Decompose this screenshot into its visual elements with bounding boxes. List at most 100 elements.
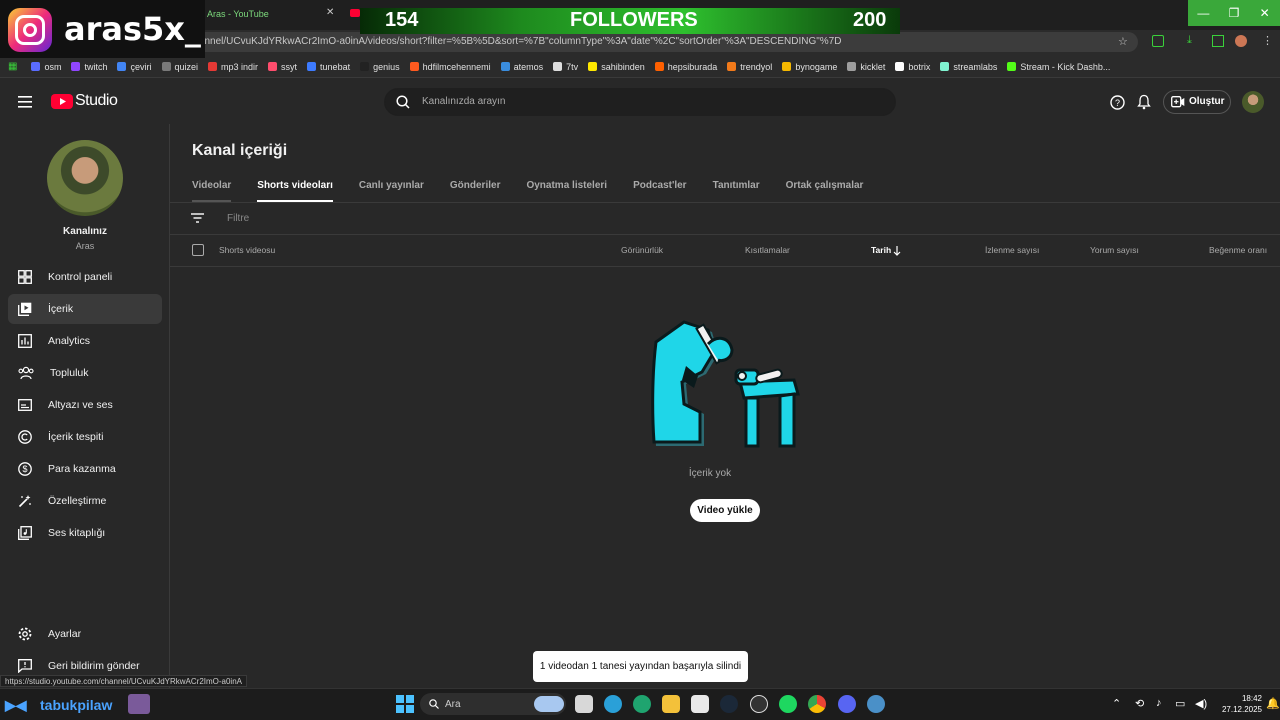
sidebar-item-monetization[interactable]: $ Para kazanma bbox=[8, 454, 162, 484]
bookmark-item[interactable]: 7tv bbox=[553, 62, 578, 72]
studio-logo-text[interactable]: Studio bbox=[75, 92, 118, 110]
tab-close-icon[interactable]: ✕ bbox=[326, 7, 334, 18]
bookmarks-bar: ▦ osm twitch çeviri quizei mp3 indir ssyt tune… bbox=[0, 56, 1280, 78]
bookmark-item[interactable]: trendyol bbox=[727, 62, 772, 72]
bookmark-item[interactable]: osm bbox=[31, 62, 61, 72]
bookmark-item[interactable]: kicklet bbox=[847, 62, 885, 72]
bookmark-item[interactable]: ssyt bbox=[268, 62, 297, 72]
select-all-checkbox[interactable] bbox=[192, 244, 204, 256]
sidebar-item-analytics[interactable]: Analytics bbox=[8, 326, 162, 356]
bookmark-item[interactable]: atemos bbox=[500, 62, 543, 72]
bookmark-label: genius bbox=[373, 61, 400, 72]
bookmark-item[interactable]: botrix bbox=[895, 62, 930, 72]
bookmark-item[interactable]: mp3 indir bbox=[208, 62, 258, 72]
sidebar-item-dashboard[interactable]: Kontrol paneli bbox=[8, 262, 162, 292]
minimize-icon[interactable]: — bbox=[1188, 0, 1219, 26]
sidebar-item-content-detection[interactable]: İçerik tespiti bbox=[8, 422, 162, 452]
menu-kebab-icon[interactable]: ⋮ bbox=[1262, 34, 1273, 47]
tab-playlists[interactable]: Oynatma listeleri bbox=[526, 172, 607, 202]
app-icon[interactable] bbox=[867, 695, 885, 713]
sidebar-item-settings[interactable]: Ayarlar bbox=[8, 619, 162, 649]
steam-icon[interactable] bbox=[720, 695, 738, 713]
filter-icon[interactable] bbox=[191, 213, 204, 223]
url-text[interactable]: n/channel/UCvuKJdYRkwACr2ImO-a0inA/video… bbox=[180, 36, 841, 47]
page-title: Kanal içeriği bbox=[192, 142, 288, 159]
volume-icon[interactable]: ◀) bbox=[1195, 697, 1207, 710]
account-avatar[interactable] bbox=[1242, 91, 1264, 113]
bookmark-star-icon[interactable]: ☆ bbox=[1118, 35, 1128, 48]
clock-date[interactable]: 27.12.2025 bbox=[1212, 705, 1262, 714]
sidebar-item-label: Kontrol paneli bbox=[48, 271, 113, 283]
bookmark-item[interactable]: hepsiburada bbox=[654, 61, 718, 72]
channel-avatar[interactable] bbox=[47, 140, 123, 216]
column-header-visibility: Görünürlük bbox=[621, 245, 664, 255]
bookmark-label: 7tv bbox=[566, 61, 579, 72]
microphone-icon[interactable]: ♪ bbox=[1156, 697, 1162, 709]
store-icon[interactable] bbox=[691, 695, 709, 713]
kick-logo-icon: ▶◀ bbox=[5, 697, 27, 713]
spotify-icon[interactable] bbox=[779, 695, 797, 713]
discord-icon[interactable] bbox=[838, 695, 856, 713]
tab-live[interactable]: Canlı yayınlar bbox=[359, 172, 424, 202]
bookmark-label: çeviri bbox=[130, 61, 152, 72]
bookmark-item[interactable]: çeviri bbox=[117, 61, 152, 72]
file-explorer-pin-icon[interactable] bbox=[575, 695, 593, 713]
screenshot-icon[interactable] bbox=[1212, 35, 1224, 47]
bookmark-item[interactable]: genius bbox=[360, 62, 400, 72]
download-icon[interactable]: ⤓ bbox=[1187, 34, 1192, 47]
globe-app-icon[interactable] bbox=[604, 695, 622, 713]
folder-icon[interactable] bbox=[662, 695, 680, 713]
column-header-date[interactable]: Tarih bbox=[871, 245, 891, 255]
chevron-up-icon[interactable]: ⌃ bbox=[1112, 697, 1121, 710]
tab-videos[interactable]: Videolar bbox=[192, 172, 232, 202]
windows-start-icon[interactable] bbox=[396, 695, 414, 713]
bookmark-item[interactable]: hdfilmcehennemi bbox=[409, 62, 491, 72]
taskbar-search-icon bbox=[429, 699, 439, 709]
tab-promotions[interactable]: Tanıtımlar bbox=[713, 172, 760, 202]
restore-icon[interactable]: ❐ bbox=[1219, 0, 1250, 26]
tab-podcasts[interactable]: Podcast'ler bbox=[633, 172, 687, 202]
bookmark-item[interactable]: sahibinden bbox=[588, 62, 645, 72]
apps-grid-icon[interactable]: ▦ bbox=[8, 61, 17, 72]
bookmark-item[interactable]: quizei bbox=[161, 62, 198, 72]
tab-shorts[interactable]: Shorts videoları bbox=[257, 172, 333, 202]
filter-input[interactable]: Filtre bbox=[227, 213, 249, 224]
profile-avatar-icon[interactable] bbox=[1235, 35, 1247, 47]
notifications-bell-icon[interactable] bbox=[1137, 94, 1151, 110]
sort-descending-icon[interactable] bbox=[893, 246, 901, 256]
hamburger-menu-icon[interactable] bbox=[18, 96, 32, 108]
chrome-icon[interactable] bbox=[808, 695, 826, 713]
sidebar-item-label: Geri bildirim gönder bbox=[48, 660, 140, 672]
bookmark-item[interactable]: Stream - Kick Dashb... bbox=[1007, 62, 1110, 72]
sidebar-item-label: Analytics bbox=[48, 335, 91, 347]
edge-icon[interactable] bbox=[633, 695, 651, 713]
search-input[interactable]: Kanalınızda arayın bbox=[422, 96, 505, 107]
sidebar-item-subtitles[interactable]: Altyazı ve ses bbox=[8, 390, 162, 420]
youtube-logo-icon[interactable] bbox=[51, 94, 73, 109]
display-icon[interactable]: ▭ bbox=[1175, 697, 1185, 710]
sidebar-item-content[interactable]: İçerik bbox=[8, 294, 162, 324]
bookmark-label: hepsiburada bbox=[667, 61, 718, 72]
sidebar-item-customization[interactable]: Özelleştirme bbox=[8, 486, 162, 516]
bookmark-favicon-icon bbox=[409, 62, 419, 71]
bookmark-favicon-icon bbox=[307, 62, 317, 71]
extension-icon[interactable] bbox=[1152, 35, 1164, 47]
sidebar-item-audio-library[interactable]: Ses kitaplığı bbox=[8, 518, 162, 548]
sync-icon[interactable]: ⟲ bbox=[1135, 697, 1144, 710]
obs-icon[interactable] bbox=[750, 695, 768, 713]
bookmark-item[interactable]: twitch bbox=[71, 62, 107, 72]
divider bbox=[170, 266, 1280, 267]
upload-video-button[interactable]: Video yükle bbox=[690, 499, 760, 522]
sidebar-item-community[interactable]: Topluluk bbox=[8, 358, 162, 388]
bookmark-item[interactable]: streamlabs bbox=[940, 62, 997, 72]
bookmark-item[interactable]: bynogame bbox=[782, 62, 837, 72]
browser-tab-title[interactable]: Aras - YouTube bbox=[207, 9, 269, 19]
tab-collaborations[interactable]: Ortak çalışmalar bbox=[786, 172, 864, 202]
bookmark-label: trendyol bbox=[740, 61, 773, 72]
help-icon[interactable]: ? bbox=[1110, 95, 1125, 110]
clock-time[interactable]: 18:42 bbox=[1222, 694, 1262, 703]
tab-posts[interactable]: Gönderiler bbox=[450, 172, 501, 202]
close-window-icon[interactable]: ✕ bbox=[1249, 0, 1280, 26]
notification-center-icon[interactable]: 🔔 bbox=[1266, 697, 1280, 710]
bookmark-item[interactable]: tunebat bbox=[307, 62, 350, 72]
